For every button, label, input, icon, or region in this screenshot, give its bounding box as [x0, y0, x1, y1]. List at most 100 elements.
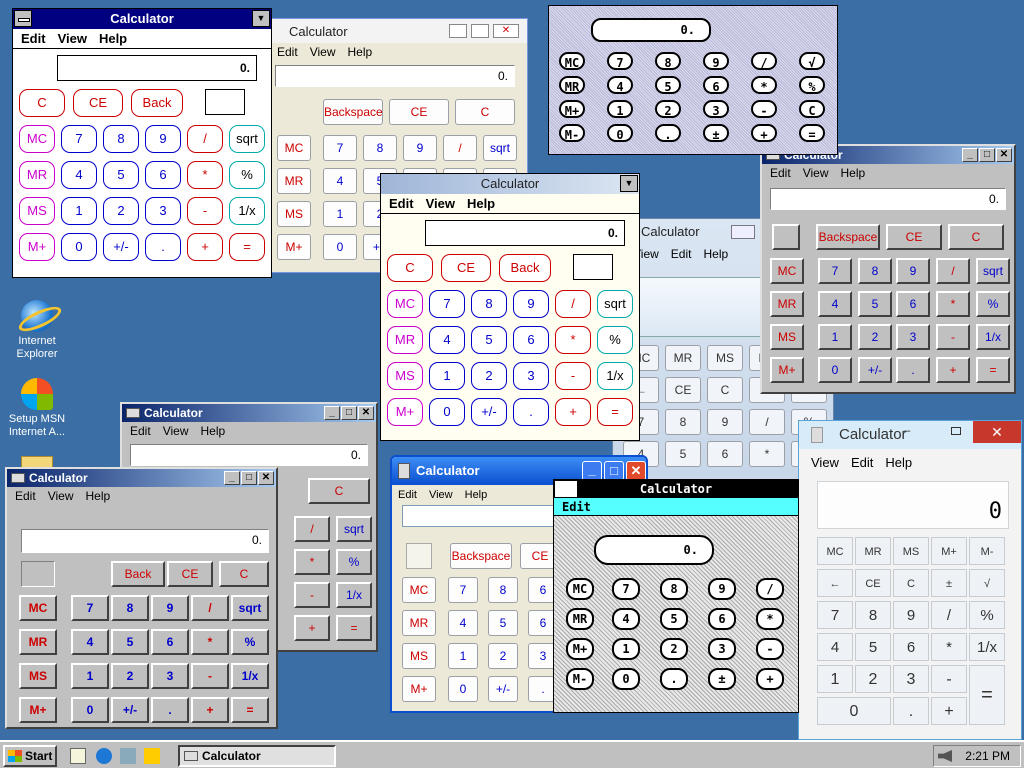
- 8-key[interactable]: 8: [111, 595, 149, 621]
- menu-view[interactable]: View: [48, 489, 74, 503]
- c-key[interactable]: C: [893, 569, 929, 597]
- divide-key[interactable]: /: [191, 595, 229, 621]
- 7-key[interactable]: 7: [61, 125, 97, 153]
- volume-icon[interactable]: [938, 750, 952, 762]
- c-key[interactable]: C: [455, 99, 515, 125]
- 3-key[interactable]: 3: [893, 665, 929, 693]
- 5-key[interactable]: 5: [858, 291, 892, 317]
- plus-minus-key[interactable]: ±: [703, 124, 729, 142]
- system-menu-button[interactable]: [554, 480, 578, 498]
- 5-key[interactable]: 5: [111, 629, 149, 655]
- ms-key[interactable]: MS: [770, 324, 804, 350]
- 3-key[interactable]: 3: [896, 324, 930, 350]
- plus-minus-key[interactable]: +/-: [111, 697, 149, 723]
- menu-edit[interactable]: Edit: [398, 489, 417, 501]
- 2-key[interactable]: 2: [655, 100, 681, 118]
- c-key[interactable]: C: [799, 100, 825, 118]
- ce-key[interactable]: CE: [855, 569, 891, 597]
- menu-edit[interactable]: Edit: [277, 45, 298, 59]
- equals-key[interactable]: =: [799, 124, 825, 142]
- 9-key[interactable]: 9: [893, 601, 929, 629]
- plus-minus-key[interactable]: +/-: [488, 676, 518, 702]
- 9-key[interactable]: 9: [513, 290, 549, 318]
- 7-key[interactable]: 7: [612, 578, 640, 600]
- mr-key[interactable]: MR: [19, 161, 55, 189]
- decimal-key[interactable]: .: [893, 697, 929, 725]
- 4-key[interactable]: 4: [612, 608, 640, 630]
- 7-key[interactable]: 7: [818, 258, 852, 284]
- 4-key[interactable]: 4: [817, 633, 853, 661]
- equals-key[interactable]: =: [597, 398, 633, 426]
- mc-key[interactable]: MC: [277, 135, 311, 161]
- c-key[interactable]: C: [308, 478, 370, 504]
- back-key[interactable]: Back: [499, 254, 551, 282]
- plus-key[interactable]: +: [555, 398, 591, 426]
- menu-help[interactable]: Help: [465, 489, 488, 501]
- 4-key[interactable]: 4: [61, 161, 97, 189]
- menu-view[interactable]: View: [58, 31, 87, 46]
- 1-key[interactable]: 1: [448, 643, 478, 669]
- multiply-key[interactable]: *: [294, 549, 330, 575]
- 6-key[interactable]: 6: [145, 161, 181, 189]
- menu-edit[interactable]: Edit: [389, 196, 414, 211]
- title-bar[interactable]: Calculator – ✕: [799, 421, 1021, 449]
- backspace-key[interactable]: Backspace: [816, 224, 880, 250]
- decimal-key[interactable]: .: [655, 124, 681, 142]
- minus-key[interactable]: -: [751, 100, 777, 118]
- decimal-key[interactable]: .: [151, 697, 189, 723]
- 1-key[interactable]: 1: [71, 663, 109, 689]
- m--key[interactable]: M-: [969, 537, 1005, 565]
- m--key[interactable]: M+: [19, 233, 55, 261]
- 9-key[interactable]: 9: [708, 578, 736, 600]
- 7-key[interactable]: 7: [429, 290, 465, 318]
- minus-key[interactable]: -: [931, 665, 967, 693]
- minimize-button[interactable]: –: [897, 423, 917, 441]
- 0-key[interactable]: 0: [61, 233, 97, 261]
- mr-key[interactable]: MR: [19, 629, 57, 655]
- divide-key[interactable]: /: [751, 52, 777, 70]
- menu-help[interactable]: Help: [200, 424, 225, 438]
- sqrt-key[interactable]: sqrt: [976, 258, 1010, 284]
- m--key[interactable]: M+: [566, 638, 594, 660]
- plus-minus-key[interactable]: ±: [708, 668, 736, 690]
- ms-key[interactable]: MS: [277, 201, 311, 227]
- menu-view[interactable]: View: [429, 489, 453, 501]
- 2-key[interactable]: 2: [111, 663, 149, 689]
- 8-key[interactable]: 8: [363, 135, 397, 161]
- 6-key[interactable]: 6: [151, 629, 189, 655]
- m--key[interactable]: M+: [19, 697, 57, 723]
- 6-key[interactable]: 6: [703, 76, 729, 94]
- 1-key[interactable]: 1: [612, 638, 640, 660]
- minimize-button[interactable]: _: [582, 461, 602, 481]
- mr-key[interactable]: MR: [387, 326, 423, 354]
- m--key[interactable]: M+: [402, 676, 436, 702]
- menu-view[interactable]: View: [803, 166, 829, 180]
- menu-view[interactable]: View: [310, 45, 336, 59]
- percent-key[interactable]: %: [597, 326, 633, 354]
- clock[interactable]: 2:21 PM: [965, 749, 1010, 763]
- 3-key[interactable]: 3: [703, 100, 729, 118]
- close-button[interactable]: ✕: [358, 406, 374, 420]
- menu-help[interactable]: Help: [840, 166, 865, 180]
- 5-key[interactable]: 5: [471, 326, 507, 354]
- minus-key[interactable]: -: [936, 324, 970, 350]
- sqrt-key[interactable]: sqrt: [231, 595, 269, 621]
- mr-key[interactable]: MR: [559, 76, 585, 94]
- 5-key[interactable]: 5: [855, 633, 891, 661]
- close-button[interactable]: ✕: [626, 461, 646, 481]
- divide-key[interactable]: /: [749, 409, 785, 435]
- multiply-key[interactable]: *: [931, 633, 967, 661]
- menu-help[interactable]: Help: [347, 45, 372, 59]
- maximize-button[interactable]: □: [979, 148, 995, 162]
- 8-key[interactable]: 8: [655, 52, 681, 70]
- multiply-key[interactable]: *: [187, 161, 223, 189]
- menu-edit[interactable]: Edit: [130, 424, 151, 438]
- menu-help[interactable]: Help: [885, 455, 912, 470]
- percent-key[interactable]: %: [969, 601, 1005, 629]
- plus-minus-key[interactable]: ±: [931, 569, 967, 597]
- sqrt-key[interactable]: sqrt: [229, 125, 265, 153]
- maximize-button[interactable]: [951, 427, 961, 435]
- mr-key[interactable]: MR: [665, 345, 701, 371]
- reciprocal-key[interactable]: 1/x: [969, 633, 1005, 661]
- 6-key[interactable]: 6: [707, 441, 743, 467]
